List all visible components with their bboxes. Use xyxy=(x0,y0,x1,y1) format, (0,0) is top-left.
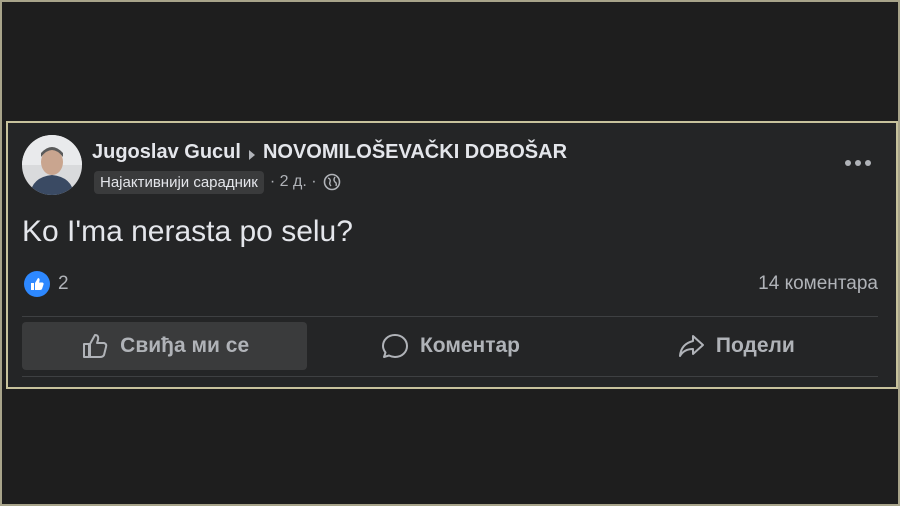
divider xyxy=(22,376,878,377)
share-button[interactable]: Подели xyxy=(593,322,878,370)
globe-icon xyxy=(323,173,341,191)
reactions-summary[interactable]: 2 xyxy=(24,269,69,299)
post-card: Jugoslav Gucul NOVOMILOŠEVAČKI DOBOŠAR Н… xyxy=(6,121,898,389)
avatar[interactable] xyxy=(22,135,82,195)
more-options-button[interactable] xyxy=(838,147,878,179)
post-text: Ko I'ma nerasta po selu? xyxy=(22,215,353,248)
author-line: Jugoslav Gucul NOVOMILOŠEVAČKI DOBOŠAR xyxy=(92,139,567,165)
share-icon xyxy=(678,335,704,357)
comment-button[interactable]: Коментар xyxy=(307,322,592,370)
screenshot-frame: Jugoslav Gucul NOVOMILOŠEVAČKI DOBOŠAR Н… xyxy=(0,0,900,506)
divider xyxy=(22,316,878,317)
more-icon xyxy=(845,160,871,166)
meta-line: Најактивнији сарадник · 2 д. · xyxy=(94,169,341,195)
like-button[interactable]: Свиђа ми се xyxy=(22,322,308,370)
group-name[interactable]: NOVOMILOŠEVAČKI DOBOŠAR xyxy=(263,141,567,164)
arrow-right-icon xyxy=(247,145,257,160)
like-label: Свиђа ми се xyxy=(120,334,250,357)
contributor-badge: Најактивнији сарадник xyxy=(94,170,264,194)
like-reaction-icon xyxy=(24,271,50,297)
action-bar: Свиђа ми се Коментар Подели xyxy=(22,322,878,370)
author-name[interactable]: Jugoslav Gucul xyxy=(92,141,241,164)
reaction-count: 2 xyxy=(58,273,69,294)
comment-icon xyxy=(381,334,408,358)
post-time[interactable]: · 2 д. · xyxy=(270,173,317,191)
share-label: Подели xyxy=(715,334,795,357)
comment-label: Коментар xyxy=(419,334,521,357)
thumbs-up-icon xyxy=(83,334,108,358)
comment-count[interactable]: 14 коментара xyxy=(758,273,878,295)
